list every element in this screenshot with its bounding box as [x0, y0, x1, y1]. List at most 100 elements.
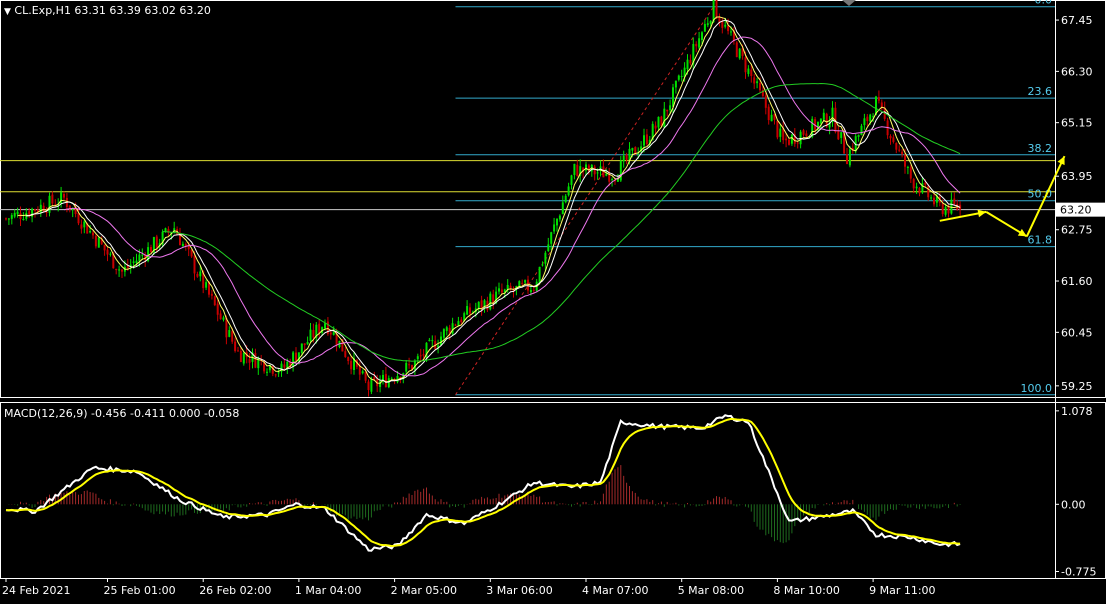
candle-body [819, 118, 822, 124]
candle-body [13, 212, 16, 217]
moving-average-line [63, 36, 961, 377]
candle-body [846, 154, 848, 165]
candle-body [654, 125, 657, 129]
candle-body [657, 116, 660, 128]
dropdown-triangle-icon[interactable]: ▼ [4, 7, 11, 17]
candle-body [292, 352, 295, 367]
candle-body [428, 339, 431, 342]
candle-body [466, 306, 469, 315]
candle-body [332, 332, 335, 335]
price-axis-label: 66.30 [1061, 65, 1093, 78]
candle-body [5, 218, 7, 220]
candle-body [738, 48, 741, 59]
candle-body [312, 330, 315, 338]
candle-body [695, 43, 698, 47]
candle-body [405, 362, 408, 372]
trading-chart[interactable]: 0.0 23.6 38.2 50.0 61.8 100.0 67.45 66.30 65.15 6… [0, 0, 1106, 600]
fib-level-label: 100.0 [1021, 382, 1053, 395]
candle-body [909, 167, 912, 179]
candle-body [295, 352, 297, 361]
candle-body [631, 147, 634, 151]
candle-body [596, 172, 599, 174]
candle-body [445, 327, 448, 331]
candle-body [387, 378, 390, 388]
candle-body [442, 329, 445, 338]
candle-body [42, 205, 45, 212]
candle-body [645, 134, 648, 145]
time-axis-label: 4 Mar 07:00 [582, 584, 648, 597]
candle-body [103, 244, 106, 251]
chart-title: CL.Exp,H1 63.31 63.39 63.02 63.20 [14, 4, 211, 17]
candle-body [132, 261, 135, 263]
candle-body [277, 372, 280, 374]
candle-body [576, 164, 579, 176]
scroll-marker-icon [842, 0, 856, 6]
candle-body [915, 186, 918, 189]
candle-body [611, 178, 614, 181]
candle-body [83, 221, 86, 228]
candle-body [898, 149, 901, 151]
candle-body [77, 212, 80, 224]
candle-body [706, 23, 709, 26]
candle-body [239, 350, 242, 363]
candle-body [698, 38, 701, 48]
candle-body [51, 194, 54, 204]
macd-axis-label: 1.078 [1061, 405, 1093, 418]
price-axis-label: 59.25 [1061, 380, 1093, 393]
candle-body [364, 371, 367, 381]
candle-body [347, 357, 350, 362]
candle-body [848, 149, 851, 166]
candle-body [672, 87, 674, 107]
chart-canvas[interactable]: 0.023.638.250.061.8100.067.4566.3065.156… [0, 0, 1106, 600]
fib-level-label: 38.2 [1028, 142, 1053, 155]
price-axis-label: 65.15 [1061, 117, 1093, 130]
candle-body [567, 186, 570, 196]
candle-body [109, 253, 112, 255]
candle-body [155, 236, 158, 248]
candle-body [309, 329, 312, 341]
candle-body [454, 324, 457, 326]
macd-title: MACD(12,26,9) -0.456 -0.411 0.000 -0.058 [4, 407, 240, 420]
candle-body [196, 273, 199, 277]
time-axis-label: 5 Mar 08:00 [678, 584, 744, 597]
candle-body [927, 186, 930, 198]
macd-axis-label: 0.00 [1061, 498, 1086, 511]
price-axis-label: 60.45 [1061, 326, 1093, 339]
candle-body [822, 112, 825, 120]
candle-body [770, 114, 773, 122]
candle-body [286, 361, 289, 368]
fib-level-label: 61.8 [1028, 234, 1053, 247]
candle-body [724, 24, 727, 27]
candle-body [625, 154, 628, 160]
candle-body [605, 173, 608, 176]
candle-body [709, 21, 712, 24]
candle-body [767, 106, 770, 121]
candle-body [121, 269, 123, 272]
candle-body [561, 202, 564, 215]
candle-body [228, 330, 231, 337]
candle-body [408, 364, 411, 366]
candle-body [727, 25, 730, 32]
candle-body [686, 59, 689, 70]
time-axis-label: 9 Mar 11:00 [869, 584, 935, 597]
candle-body [895, 143, 898, 150]
candle-body [904, 154, 906, 167]
candle-body [805, 133, 808, 137]
candle-body [857, 134, 860, 137]
candle-body [689, 60, 692, 64]
chart-title-row: ▼ CL.Exp,H1 63.31 63.39 63.02 63.20 [4, 4, 211, 17]
price-axis-label: 63.95 [1061, 170, 1093, 183]
candle-body [7, 218, 10, 220]
time-axis-label: 24 Feb 2021 [2, 584, 70, 597]
candle-body [181, 243, 184, 246]
candle-body [556, 218, 558, 226]
candle-body [585, 164, 587, 171]
candle-body [193, 255, 196, 274]
time-axis-label: 8 Mar 10:00 [773, 584, 839, 597]
candle-body [674, 80, 677, 88]
candle-body [460, 319, 463, 323]
forecast-arrow-head-icon [977, 209, 987, 218]
candle-body [234, 341, 237, 352]
candle-body [944, 206, 947, 215]
candle-body [216, 303, 219, 315]
